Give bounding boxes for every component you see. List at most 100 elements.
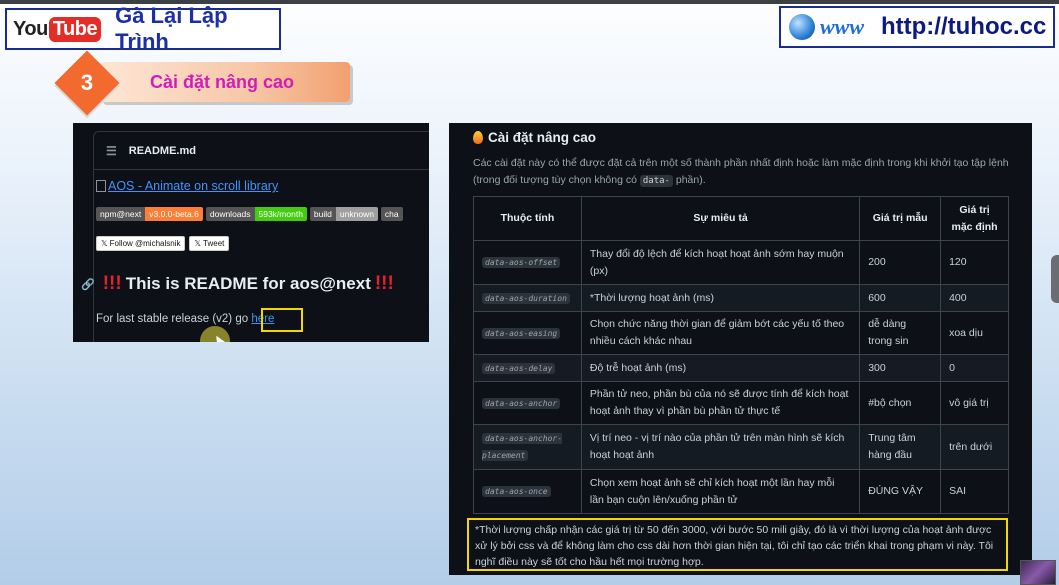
readme-panel: ☰ README.md AOS - Animate on scroll libr… [73,123,429,342]
column-header: Sự miêu tả [580,196,861,241]
side-panel-handle[interactable] [1051,255,1059,303]
description-cell: Chọn xem hoạt ảnh sẽ chỉ kích hoạt một l… [580,469,861,514]
example-cell: 300 [859,354,942,382]
attr-cell: data-aos-easing [473,311,582,355]
attribute-code: data-aos-once [482,486,551,497]
attribute-code: data-aos-anchor [482,397,561,409]
table-row: data-aos-easing Chọn chức năng thời gian… [473,311,1009,355]
fire-icon [473,131,483,144]
attr-cell: data-aos-duration [473,284,582,312]
options-table: Thuộc tính Sự miêu tả Giá trị mẫu Giá tr… [473,196,1009,514]
youtube-logo-tube: Tube [48,16,102,42]
table-row: data-aos-delay Độ trễ hoạt ảnh (ms) 300 … [473,354,1009,382]
docs-description-text: Các cài đặt này có thể được đặt cả trên … [473,157,1009,186]
badge-value: v3.0.0-beta.6 [145,207,203,221]
aos-library-link[interactable]: AOS - Animate on scroll library [96,179,278,193]
badge-label: npm@next [96,207,146,221]
twitter-tweet-label: Tweet [203,239,225,248]
website-url: http://tuhoc.cc [881,13,1047,40]
youtube-logo-you: You [13,17,48,40]
duration-note: *Thời lượng chấp nhận các giá trị từ 50 … [467,518,1008,571]
twitter-buttons: 𝕏 Follow @michalsnik 𝕏 Tweet [96,236,230,251]
section-banner: Cài đặt nâng cao [100,62,350,102]
section-title: Cài đặt nâng cao [150,71,295,92]
section-number: 3 [80,70,94,95]
attr-cell: data-aos-once [473,469,582,514]
column-header: Giá trị mẫu [859,196,942,241]
link-chain-icon[interactable]: 🔗 [81,278,95,291]
attr-cell: data-aos-delay [473,354,582,382]
default-cell: trên dưới [940,424,1009,470]
table-row: data-aos-duration *Thời lượng hoạt ảnh (… [473,284,1009,312]
badge-value: 593k/month [254,207,307,221]
readme-heading-text: This is README for aos@next [125,274,371,293]
table-header-row: Thuộc tính Sự miêu tả Giá trị mẫu Giá tr… [473,196,1009,241]
www-logo-text: www [819,14,865,39]
example-cell: 600 [859,284,942,312]
globe-www-icon: www [785,10,877,44]
attr-cell: data-aos-anchor-placement [473,424,582,470]
list-icon[interactable]: ☰ [106,144,117,158]
attribute-code: data-aos-delay [482,362,556,374]
badge-row: npm@next v3.0.0-beta.6 downloads 593k/mo… [96,207,403,221]
description-cell: Thay đổi độ lệch để kích hoạt hoạt ảnh s… [580,240,861,285]
table-row: data-aos-offset Thay đổi độ lệch để kích… [473,240,1009,285]
heading-exclamation-right: !!! [374,273,394,294]
channel-header: You Tube Gà Lại Lập Trình [5,3,281,54]
channel-name: Gà Lại Lập Trình [115,3,228,54]
docs-description: Các cài đặt này có thể được đặt cả trên … [473,155,1013,190]
twitter-follow-button[interactable]: 𝕏 Follow @michalsnik [96,236,186,251]
badge-label: build [309,207,336,221]
readme-paragraph-text: For last stable release (v2) go [96,313,249,325]
default-cell: SAI [940,469,1009,514]
badge-label: downloads [205,207,255,221]
column-header: Thuộc tính [473,196,582,241]
column-header: Giá trị mặc định [940,196,1009,241]
attribute-code: data-aos-anchor-placement [482,433,563,461]
readme-filename: README.md [128,144,196,157]
attr-cell: data-aos-anchor [473,381,582,425]
readme-paragraph: For last stable release (v2) go here [96,313,274,325]
inline-code: data- [639,175,673,187]
default-cell: xoa dịu [940,311,1009,355]
broken-image-icon [96,180,106,192]
npm-badge[interactable]: npm@next v3.0.0-beta.6 [96,207,203,221]
default-cell: 120 [940,240,1009,285]
downloads-badge[interactable]: downloads 593k/month [205,207,307,221]
attribute-code: data-aos-offset [482,257,561,268]
build-badge[interactable]: build unknown [309,207,378,221]
badge-label: cha [380,207,403,221]
example-cell: dễ dàng trong sin [859,311,942,355]
table-row: data-aos-anchor Phần tử neo, phần bù của… [473,381,1009,425]
description-cell: Chọn chức năng thời gian để giảm bớt các… [580,311,861,355]
docs-title: Cài đặt nâng cao [473,130,596,145]
attr-cell: data-aos-offset [473,240,582,285]
heading-exclamation-left: !!! [102,273,122,294]
example-cell: ĐÚNG VẬY [859,469,942,514]
example-cell: #bộ chọn [859,381,942,425]
attribute-code: data-aos-easing [482,327,561,339]
default-cell: 0 [940,354,1009,382]
aos-library-link-text: AOS - Animate on scroll library [108,179,279,193]
twitter-tweet-button[interactable]: 𝕏 Tweet [189,236,230,251]
chat-badge[interactable]: cha [380,207,403,221]
docs-description-end: phần). [675,174,706,186]
attribute-code: data-aos-duration [482,292,570,304]
badge-value: unknown [335,207,378,221]
description-cell: *Thời lượng hoạt ảnh (ms) [580,284,861,312]
docs-title-text: Cài đặt nâng cao [488,130,597,145]
highlight-box [261,308,303,332]
table-row: data-aos-anchor-placement Vị trí neo - v… [473,424,1009,470]
table-row: data-aos-once Chọn xem hoạt ảnh sẽ chỉ k… [473,469,1009,514]
example-cell: 200 [859,240,942,285]
readme-file-header: ☰ README.md [94,132,429,170]
readme-heading: 🔗 !!! This is README for aos@next !!! [81,273,398,295]
description-cell: Độ trễ hoạt ảnh (ms) [580,354,861,382]
presenter-avatar [1020,560,1056,585]
default-cell: 400 [940,284,1009,312]
docs-panel: Cài đặt nâng cao Các cài đặt này có thể … [449,123,1032,575]
default-cell: vô giá trị [940,381,1009,425]
description-cell: Vị trí neo - vị trí nào của phần tử trên… [580,424,861,470]
description-cell: Phần tử neo, phần bù của nó sẽ được tính… [580,381,861,425]
example-cell: Trung tâm hàng đầu [859,424,942,470]
